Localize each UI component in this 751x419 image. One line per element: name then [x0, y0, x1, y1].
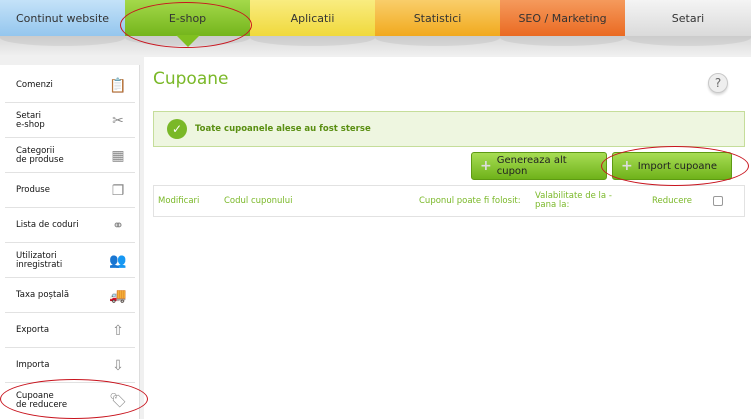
- help-button[interactable]: ?: [708, 73, 728, 93]
- tab-label: Continut website: [15, 11, 110, 25]
- column-header-valabilitate[interactable]: Valabilitate de la - pana la:: [535, 186, 631, 216]
- plus-icon: +: [480, 158, 492, 174]
- coupon-tag-icon: 🏷: [109, 393, 127, 409]
- sidebar-item-setari-e-shop[interactable]: Setari e-shop ✂: [5, 104, 135, 138]
- coupons-table-header: Modificari Codul cuponului Cuponul poate…: [153, 185, 745, 217]
- nav-shadow: [0, 36, 751, 56]
- sidebar-item-label: Categorii de produse: [16, 145, 64, 165]
- sidebar-item-label: Importa: [16, 360, 50, 370]
- tab-e-shop[interactable]: E-shop: [125, 0, 250, 47]
- sidebar: Comenzi 📋 Setari e-shop ✂ Categorii de p…: [0, 65, 140, 419]
- sidebar-item-utilizatori[interactable]: Utilizatori inregistrati 👥: [5, 244, 135, 278]
- success-alert: ✓ Toate cupoanele alese au fost sterse: [153, 111, 745, 147]
- tab-label: SEO / Marketing: [518, 11, 607, 25]
- sidebar-item-label: Cupoane de reducere: [16, 391, 68, 410]
- tab-label: Aplicatii: [290, 11, 335, 25]
- plus-icon: +: [621, 158, 633, 174]
- clipboard-icon: 📋: [109, 77, 127, 94]
- tab-continut-website[interactable]: Continut website: [0, 0, 125, 36]
- column-header-modificari[interactable]: Modificari: [158, 186, 199, 216]
- users-icon: 👥: [109, 252, 127, 269]
- import-coupons-button[interactable]: + Import cupoane: [612, 152, 732, 180]
- codes-icon: ⚭: [112, 217, 124, 234]
- select-all-checkbox[interactable]: [713, 196, 723, 206]
- tab-statistici[interactable]: Statistici: [375, 0, 500, 36]
- sidebar-item-label: Lista de coduri: [16, 220, 79, 230]
- sidebar-item-lista-coduri[interactable]: Lista de coduri ⚭: [5, 209, 135, 243]
- sidebar-item-label: Utilizatori inregistrati: [16, 250, 63, 270]
- check-icon: ✓: [167, 119, 187, 139]
- button-label: Import cupoane: [637, 160, 718, 172]
- sidebar-item-label: Produse: [16, 185, 50, 195]
- column-header-cuponul-folosit[interactable]: Cuponul poate fi folosit:: [419, 186, 521, 216]
- sidebar-item-label: Exporta: [16, 325, 50, 335]
- sidebar-item-importa[interactable]: Importa ⇩: [5, 349, 135, 383]
- postage-icon: 🚚: [109, 287, 127, 304]
- tab-seo-marketing[interactable]: SEO / Marketing: [500, 0, 625, 36]
- tools-icon: ✂: [112, 112, 124, 129]
- button-label: Genereaza alt cupon: [496, 155, 567, 177]
- sidebar-item-comenzi[interactable]: Comenzi 📋: [5, 69, 135, 103]
- main-panel: Cupoane ? ✓ Toate cupoanele alese au fos…: [144, 57, 751, 419]
- column-header-reducere[interactable]: Reducere: [652, 186, 692, 216]
- sidebar-item-cupoane[interactable]: Cupoane de reducere 🏷: [5, 384, 135, 418]
- categories-icon: ▦: [111, 147, 125, 164]
- tab-aplicatii[interactable]: Aplicatii: [250, 0, 375, 36]
- sidebar-item-categorii[interactable]: Categorii de produse ▦: [5, 139, 135, 173]
- tab-label: Statistici: [413, 11, 462, 25]
- page-title: Cupoane: [153, 69, 229, 89]
- alert-message: Toate cupoanele alese au fost sterse: [195, 124, 371, 134]
- products-icon: ❐: [111, 182, 125, 199]
- tab-label: E-shop: [168, 11, 207, 25]
- column-header-codul-cuponului[interactable]: Codul cuponului: [224, 186, 293, 216]
- export-icon: ⇧: [112, 322, 124, 339]
- sidebar-item-taxa-postala[interactable]: Taxa poștală 🚚: [5, 279, 135, 313]
- sidebar-item-produse[interactable]: Produse ❐: [5, 174, 135, 208]
- sidebar-item-label: Taxa poștală: [16, 290, 70, 300]
- sidebar-item-label: Setari e-shop: [16, 110, 45, 130]
- tab-setari[interactable]: Setari: [625, 0, 751, 36]
- tab-label: Setari: [671, 11, 705, 25]
- sidebar-item-label: Comenzi: [16, 80, 53, 90]
- generate-coupon-button[interactable]: + Genereaza alt cupon: [471, 152, 607, 180]
- sidebar-item-exporta[interactable]: Exporta ⇧: [5, 314, 135, 348]
- top-navigation: Continut website E-shop Aplicatii Statis…: [0, 0, 751, 47]
- import-icon: ⇩: [112, 357, 124, 374]
